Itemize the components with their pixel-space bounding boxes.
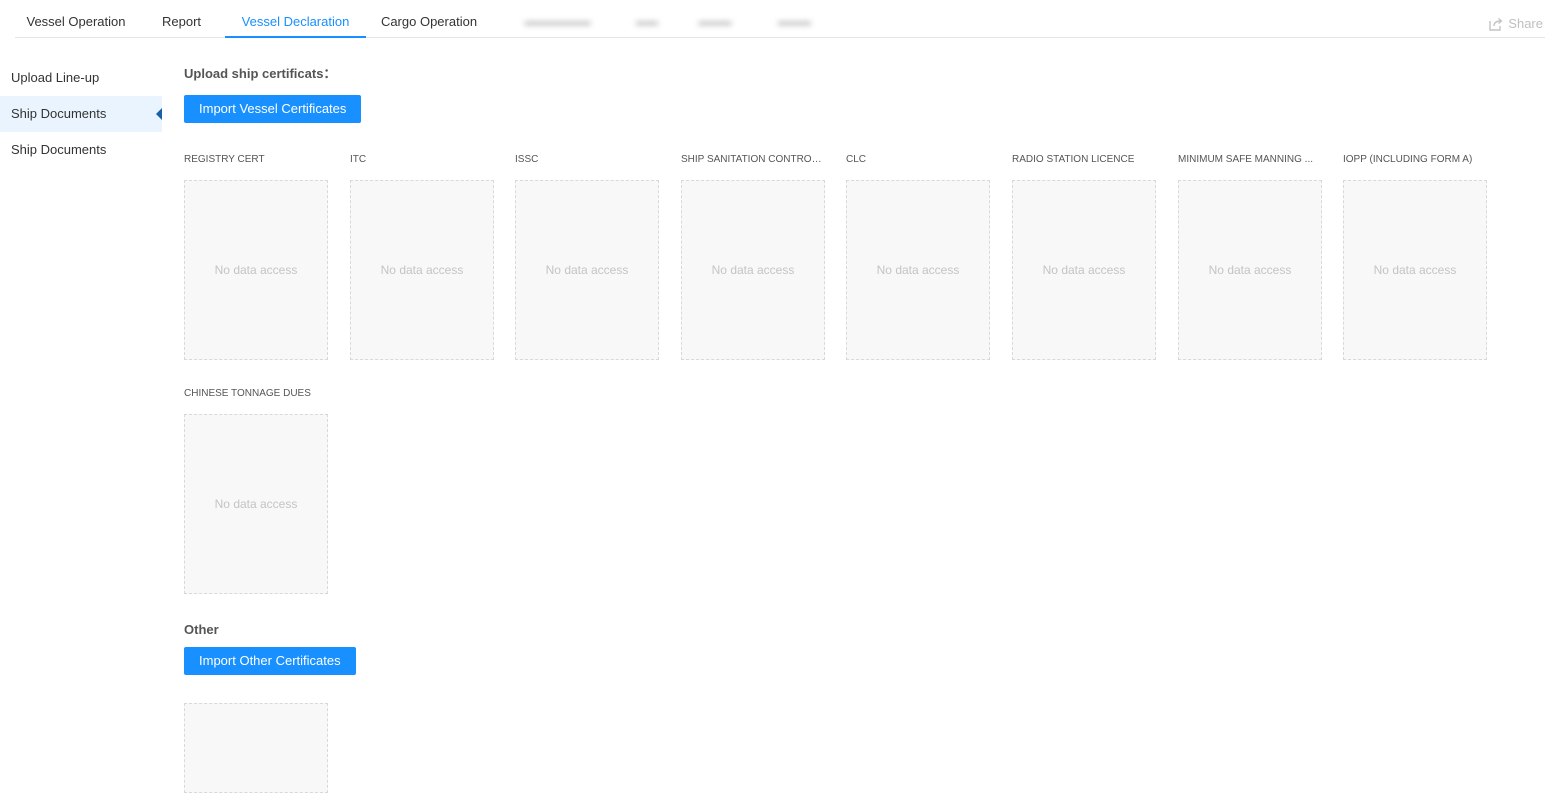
certificate-placeholder[interactable]: No data access <box>184 180 328 360</box>
certificate-placeholder[interactable]: No data access <box>1343 180 1487 360</box>
certificate-label: RADIO STATION LICENCE <box>1012 154 1135 165</box>
sidebar-item-ship-documents-2[interactable]: Ship Documents <box>0 132 162 168</box>
other-section-title: Other <box>184 622 219 637</box>
certificate-placeholder[interactable]: No data access <box>681 180 825 360</box>
certificate-card-radio-station-licence: RADIO STATION LICENCE No data access <box>1012 153 1156 360</box>
certificate-card-ship-sanitation: SHIP SANITATION CONTROL... No data acces… <box>681 153 825 360</box>
certificate-label: CLC <box>846 154 867 165</box>
no-data-text: No data access <box>1208 263 1292 277</box>
sidebar-item-ship-documents[interactable]: Ship Documents <box>0 96 162 132</box>
certificate-card-chinese-tonnage-dues: CHINESE TONNAGE DUES No data access <box>184 387 328 594</box>
sidebar: Upload Line-up Ship Documents Ship Docum… <box>0 60 162 168</box>
certificate-placeholder[interactable]: No data access <box>846 180 990 360</box>
certificate-label: CHINESE TONNAGE DUES <box>184 388 311 399</box>
no-data-text: No data access <box>214 263 298 277</box>
sidebar-item-label: Ship Documents <box>11 142 107 157</box>
no-data-text: No data access <box>876 263 960 277</box>
certificate-card-itc: ITC No data access <box>350 153 494 360</box>
certificate-label: ISSC <box>515 154 539 165</box>
other-certificate-placeholder[interactable] <box>184 703 328 793</box>
certificate-label: MINIMUM SAFE MANNING ... <box>1178 154 1313 165</box>
certificate-placeholder[interactable]: No data access <box>1012 180 1156 360</box>
no-data-text: No data access <box>380 263 464 277</box>
import-other-certificates-button[interactable]: Import Other Certificates <box>184 647 356 675</box>
sidebar-item-label: Upload Line-up <box>11 70 100 85</box>
main-content: Upload ship certificats： Import Vessel C… <box>184 0 1544 793</box>
certificate-card-minimum-safe-manning: MINIMUM SAFE MANNING ... No data access <box>1178 153 1322 360</box>
certificate-placeholder[interactable]: No data access <box>1178 180 1322 360</box>
certificate-placeholder[interactable]: No data access <box>184 414 328 594</box>
upload-section-title: Upload ship certificats： <box>184 66 337 81</box>
import-vessel-certificates-button[interactable]: Import Vessel Certificates <box>184 95 362 123</box>
no-data-text: No data access <box>1373 263 1457 277</box>
tab-vessel-operation[interactable]: Vessel Operation <box>15 0 137 38</box>
certificate-label: SHIP SANITATION CONTROL... <box>681 154 825 165</box>
certificate-card-issc: ISSC No data access <box>515 153 659 360</box>
sidebar-item-upload-line-up[interactable]: Upload Line-up <box>0 60 162 96</box>
sidebar-item-label: Ship Documents <box>11 106 107 121</box>
certificate-placeholder[interactable]: No data access <box>350 180 494 360</box>
caret-left-icon <box>156 108 162 120</box>
no-data-text: No data access <box>711 263 795 277</box>
certificate-label: IOPP (INCLUDING FORM A) <box>1343 154 1473 165</box>
certificate-label: ITC <box>350 154 367 165</box>
no-data-text: No data access <box>214 497 298 511</box>
no-data-text: No data access <box>1042 263 1126 277</box>
certificate-card-clc: CLC No data access <box>846 153 990 360</box>
certificate-card-registry-cert: REGISTRY CERT No data access <box>184 153 328 360</box>
certificate-card-iopp: IOPP (INCLUDING FORM A) No data access <box>1343 153 1487 360</box>
certificate-label: REGISTRY CERT <box>184 154 265 165</box>
certificate-placeholder[interactable]: No data access <box>515 180 659 360</box>
no-data-text: No data access <box>545 263 629 277</box>
